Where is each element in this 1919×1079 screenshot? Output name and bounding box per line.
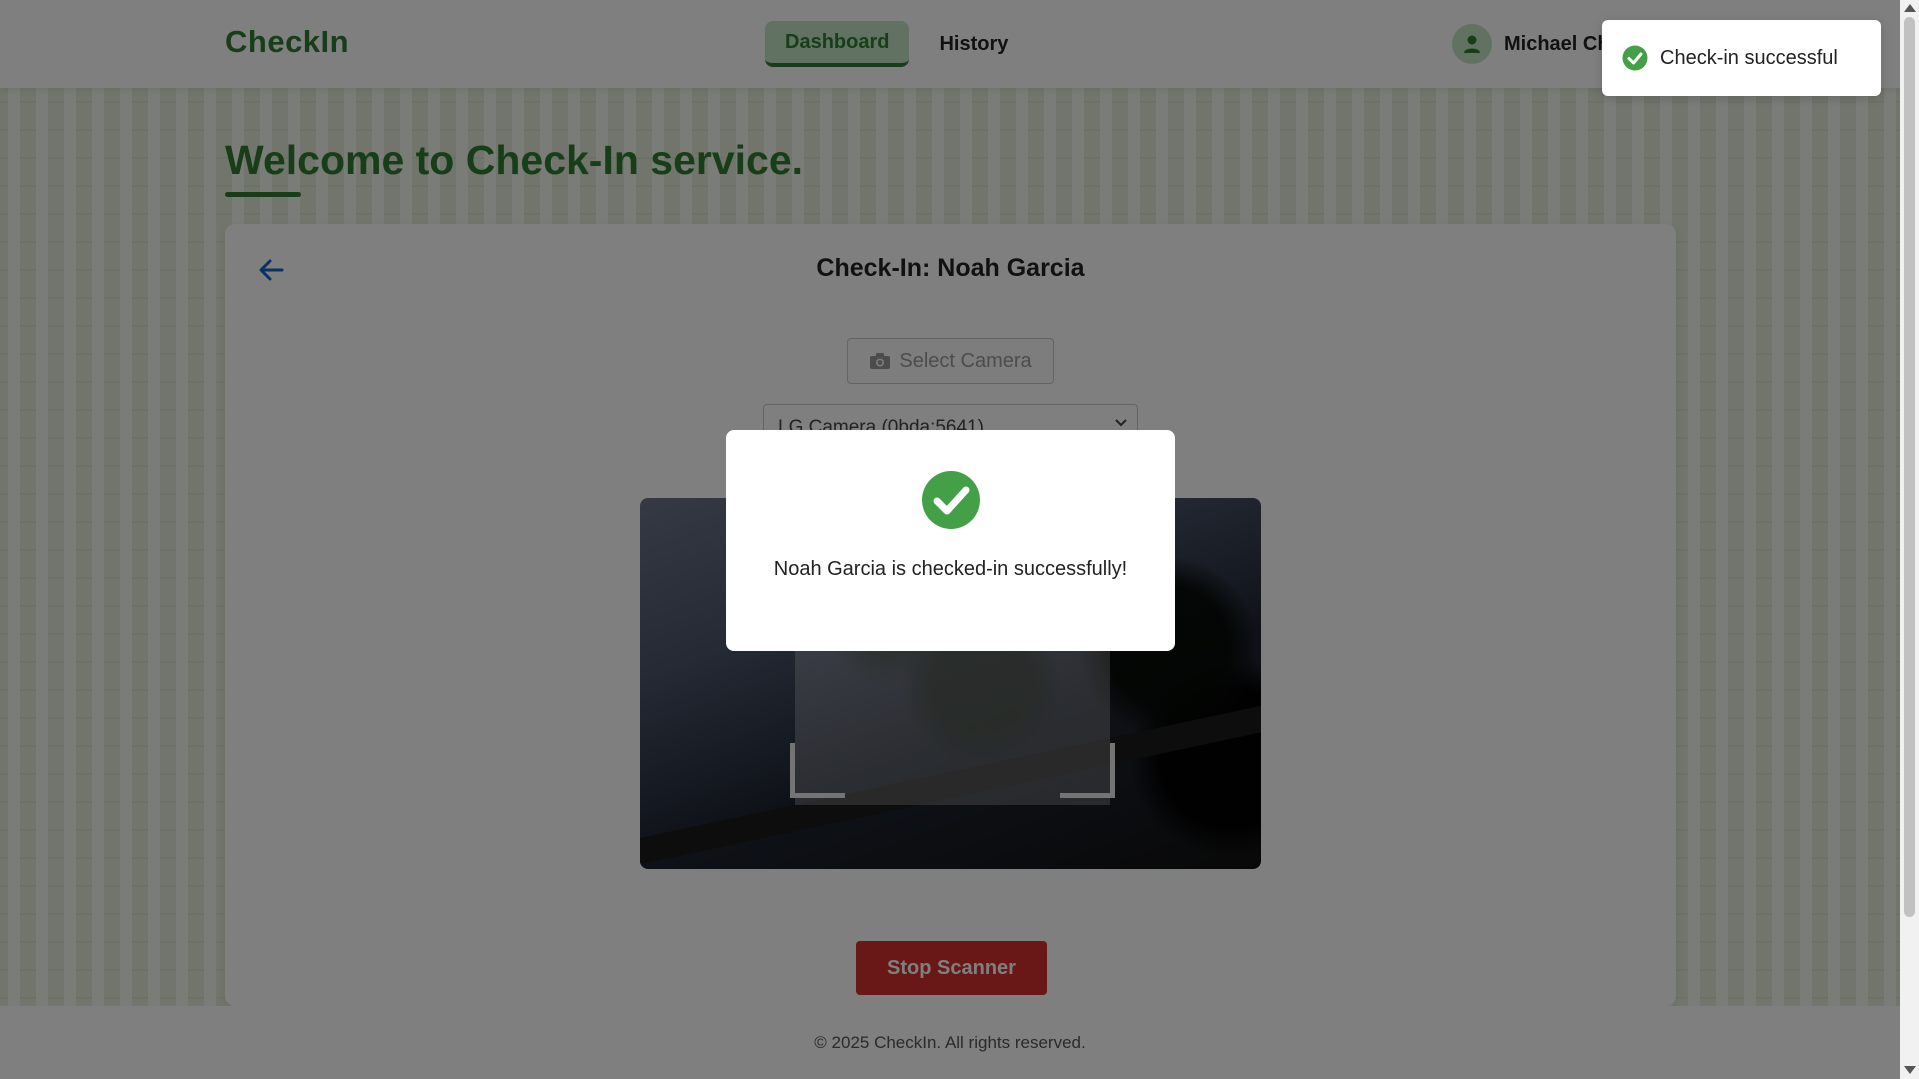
modal-message: Noah Garcia is checked-in successfully! <box>773 558 1128 580</box>
page-scrollbar[interactable] <box>1900 0 1919 1079</box>
scroll-down-arrow-icon[interactable] <box>1904 1066 1916 1074</box>
toast-notification[interactable]: Check-in successful <box>1602 20 1881 96</box>
scroll-thumb[interactable] <box>1904 17 1915 917</box>
toast-message: Check-in successful <box>1660 46 1838 69</box>
check-circle-icon <box>1622 45 1648 71</box>
check-circle-icon <box>922 471 980 529</box>
scroll-up-arrow-icon[interactable] <box>1904 4 1916 12</box>
success-modal: Noah Garcia is checked-in successfully! <box>726 430 1175 651</box>
